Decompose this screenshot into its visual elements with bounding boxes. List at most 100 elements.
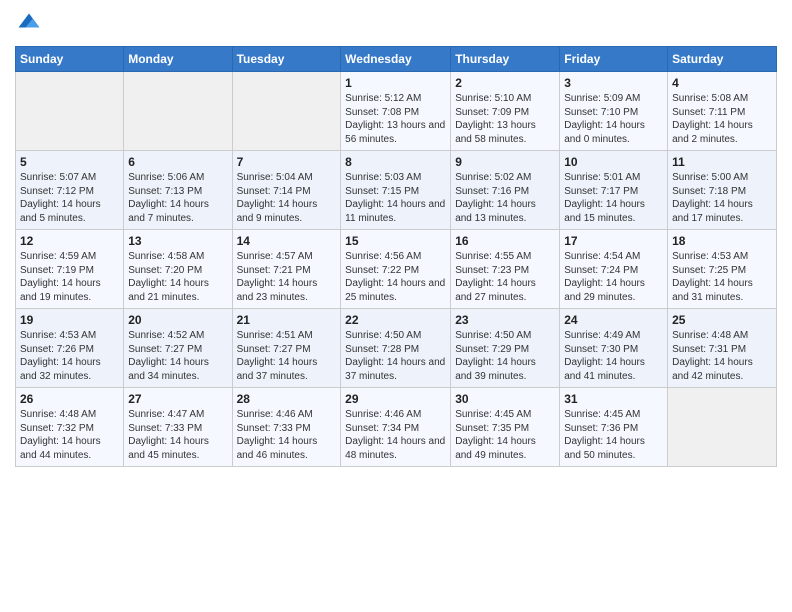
day-info: Sunrise: 4:59 AM Sunset: 7:19 PM Dayligh… xyxy=(20,250,119,304)
page: SundayMondayTuesdayWednesdayThursdayFrid… xyxy=(0,0,792,612)
calendar-cell: 30 Sunrise: 4:45 AM Sunset: 7:35 PM Dayli… xyxy=(451,388,560,467)
calendar-cell: 6 Sunrise: 5:06 AM Sunset: 7:13 PM Daylig… xyxy=(124,151,232,230)
day-info: Sunrise: 5:04 AM Sunset: 7:14 PM Dayligh… xyxy=(237,171,337,225)
calendar-cell: 29 Sunrise: 4:46 AM Sunset: 7:34 PM Dayli… xyxy=(341,388,451,467)
day-info: Sunrise: 4:57 AM Sunset: 7:21 PM Dayligh… xyxy=(237,250,337,304)
calendar-cell: 15 Sunrise: 4:56 AM Sunset: 7:22 PM Dayli… xyxy=(341,230,451,309)
day-number: 17 xyxy=(564,234,663,248)
day-info: Sunrise: 4:52 AM Sunset: 7:27 PM Dayligh… xyxy=(128,329,227,383)
calendar-cell: 8Sunrise: 5:03 AM Sunset: 7:15 PM Daylig… xyxy=(341,151,451,230)
weekday-header-monday: Monday xyxy=(124,47,232,72)
day-info: Sunrise: 5:00 AM Sunset: 7:18 PM Dayligh… xyxy=(672,171,772,225)
day-info: Sunrise: 4:53 AM Sunset: 7:25 PM Dayligh… xyxy=(672,250,772,304)
day-number: 5 xyxy=(20,155,119,169)
day-info: Sunrise: 4:49 AM Sunset: 7:30 PM Dayligh… xyxy=(564,329,663,383)
day-info: Sunrise: 4:45 AM Sunset: 7:35 PM Dayligh… xyxy=(455,408,555,462)
day-number: 9 xyxy=(455,155,555,169)
day-number: 1 xyxy=(345,76,446,90)
day-info: Sunrise: 5:12 AM Sunset: 7:08 PM Dayligh… xyxy=(345,92,446,146)
day-number: 31 xyxy=(564,392,663,406)
day-info: Sunrise: 4:47 AM Sunset: 7:33 PM Dayligh… xyxy=(128,408,227,462)
week-row-1: 1 Sunrise: 5:12 AM Sunset: 7:08 PM Daylig… xyxy=(16,72,777,151)
day-number: 18 xyxy=(672,234,772,248)
calendar-cell: 24 Sunrise: 4:49 AM Sunset: 7:30 PM Dayli… xyxy=(560,309,668,388)
day-info: Sunrise: 4:48 AM Sunset: 7:32 PM Dayligh… xyxy=(20,408,119,462)
calendar-cell: 22 Sunrise: 4:50 AM Sunset: 7:28 PM Dayli… xyxy=(341,309,451,388)
day-info: Sunrise: 5:02 AM Sunset: 7:16 PM Dayligh… xyxy=(455,171,555,225)
day-info: Sunrise: 4:56 AM Sunset: 7:22 PM Dayligh… xyxy=(345,250,446,304)
day-info: Sunrise: 4:50 AM Sunset: 7:28 PM Dayligh… xyxy=(345,329,446,383)
day-number: 28 xyxy=(237,392,337,406)
day-number: 13 xyxy=(128,234,227,248)
calendar-cell: 28 Sunrise: 4:46 AM Sunset: 7:33 PM Dayli… xyxy=(232,388,341,467)
day-number: 12 xyxy=(20,234,119,248)
day-info: Sunrise: 5:03 AM Sunset: 7:15 PM Dayligh… xyxy=(345,171,446,225)
day-number: 11 xyxy=(672,155,772,169)
weekday-header-sunday: Sunday xyxy=(16,47,124,72)
calendar-cell: 1 Sunrise: 5:12 AM Sunset: 7:08 PM Daylig… xyxy=(341,72,451,151)
week-row-2: 5 Sunrise: 5:07 AM Sunset: 7:12 PM Daylig… xyxy=(16,151,777,230)
day-info: Sunrise: 5:10 AM Sunset: 7:09 PM Dayligh… xyxy=(455,92,555,146)
day-info: Sunrise: 4:46 AM Sunset: 7:33 PM Dayligh… xyxy=(237,408,337,462)
day-info: Sunrise: 4:50 AM Sunset: 7:29 PM Dayligh… xyxy=(455,329,555,383)
day-number: 3 xyxy=(564,76,663,90)
day-number: 27 xyxy=(128,392,227,406)
day-number: 20 xyxy=(128,313,227,327)
day-number: 19 xyxy=(20,313,119,327)
day-info: Sunrise: 4:58 AM Sunset: 7:20 PM Dayligh… xyxy=(128,250,227,304)
weekday-header-saturday: Saturday xyxy=(668,47,777,72)
day-info: Sunrise: 4:46 AM Sunset: 7:34 PM Dayligh… xyxy=(345,408,446,462)
calendar-cell: 10 Sunrise: 5:01 AM Sunset: 7:17 PM Dayli… xyxy=(560,151,668,230)
day-number: 30 xyxy=(455,392,555,406)
day-number: 29 xyxy=(345,392,446,406)
day-number: 15 xyxy=(345,234,446,248)
day-number: 24 xyxy=(564,313,663,327)
weekday-header-friday: Friday xyxy=(560,47,668,72)
calendar-cell: 19 Sunrise: 4:53 AM Sunset: 7:26 PM Dayli… xyxy=(16,309,124,388)
calendar-cell: 20 Sunrise: 4:52 AM Sunset: 7:27 PM Dayli… xyxy=(124,309,232,388)
calendar-cell: 11 Sunrise: 5:00 AM Sunset: 7:18 PM Dayli… xyxy=(668,151,777,230)
day-number: 23 xyxy=(455,313,555,327)
day-info: Sunrise: 4:53 AM Sunset: 7:26 PM Dayligh… xyxy=(20,329,119,383)
calendar-table: SundayMondayTuesdayWednesdayThursdayFrid… xyxy=(15,46,777,467)
day-number: 7 xyxy=(237,155,337,169)
calendar-cell: 9 Sunrise: 5:02 AM Sunset: 7:16 PM Daylig… xyxy=(451,151,560,230)
calendar-cell: 4 Sunrise: 5:08 AM Sunset: 7:11 PM Daylig… xyxy=(668,72,777,151)
weekday-header-wednesday: Wednesday xyxy=(341,47,451,72)
day-number: 16 xyxy=(455,234,555,248)
day-info: Sunrise: 5:09 AM Sunset: 7:10 PM Dayligh… xyxy=(564,92,663,146)
calendar-cell xyxy=(16,72,124,151)
day-info: Sunrise: 4:48 AM Sunset: 7:31 PM Dayligh… xyxy=(672,329,772,383)
calendar-cell: 17 Sunrise: 4:54 AM Sunset: 7:24 PM Dayli… xyxy=(560,230,668,309)
day-number: 4 xyxy=(672,76,772,90)
day-info: Sunrise: 4:55 AM Sunset: 7:23 PM Dayligh… xyxy=(455,250,555,304)
calendar-cell: 16 Sunrise: 4:55 AM Sunset: 7:23 PM Dayli… xyxy=(451,230,560,309)
logo xyxy=(15,10,47,38)
day-number: 10 xyxy=(564,155,663,169)
day-info: Sunrise: 5:06 AM Sunset: 7:13 PM Dayligh… xyxy=(128,171,227,225)
weekday-header-row: SundayMondayTuesdayWednesdayThursdayFrid… xyxy=(16,47,777,72)
calendar-cell: 27 Sunrise: 4:47 AM Sunset: 7:33 PM Dayli… xyxy=(124,388,232,467)
calendar-cell: 21 Sunrise: 4:51 AM Sunset: 7:27 PM Dayli… xyxy=(232,309,341,388)
day-info: Sunrise: 5:08 AM Sunset: 7:11 PM Dayligh… xyxy=(672,92,772,146)
weekday-header-thursday: Thursday xyxy=(451,47,560,72)
calendar-cell: 26 Sunrise: 4:48 AM Sunset: 7:32 PM Dayli… xyxy=(16,388,124,467)
day-number: 26 xyxy=(20,392,119,406)
calendar-cell: 7 Sunrise: 5:04 AM Sunset: 7:14 PM Daylig… xyxy=(232,151,341,230)
calendar-cell: 5 Sunrise: 5:07 AM Sunset: 7:12 PM Daylig… xyxy=(16,151,124,230)
calendar-cell xyxy=(668,388,777,467)
weekday-header-tuesday: Tuesday xyxy=(232,47,341,72)
calendar-cell: 14Sunrise: 4:57 AM Sunset: 7:21 PM Dayli… xyxy=(232,230,341,309)
day-info: Sunrise: 4:54 AM Sunset: 7:24 PM Dayligh… xyxy=(564,250,663,304)
day-number: 6 xyxy=(128,155,227,169)
day-number: 22 xyxy=(345,313,446,327)
calendar-cell: 23 Sunrise: 4:50 AM Sunset: 7:29 PM Dayli… xyxy=(451,309,560,388)
day-info: Sunrise: 5:01 AM Sunset: 7:17 PM Dayligh… xyxy=(564,171,663,225)
day-number: 21 xyxy=(237,313,337,327)
calendar-cell: 31Sunrise: 4:45 AM Sunset: 7:36 PM Dayli… xyxy=(560,388,668,467)
day-info: Sunrise: 4:51 AM Sunset: 7:27 PM Dayligh… xyxy=(237,329,337,383)
day-info: Sunrise: 5:07 AM Sunset: 7:12 PM Dayligh… xyxy=(20,171,119,225)
calendar-cell xyxy=(232,72,341,151)
day-number: 25 xyxy=(672,313,772,327)
week-row-4: 19 Sunrise: 4:53 AM Sunset: 7:26 PM Dayli… xyxy=(16,309,777,388)
